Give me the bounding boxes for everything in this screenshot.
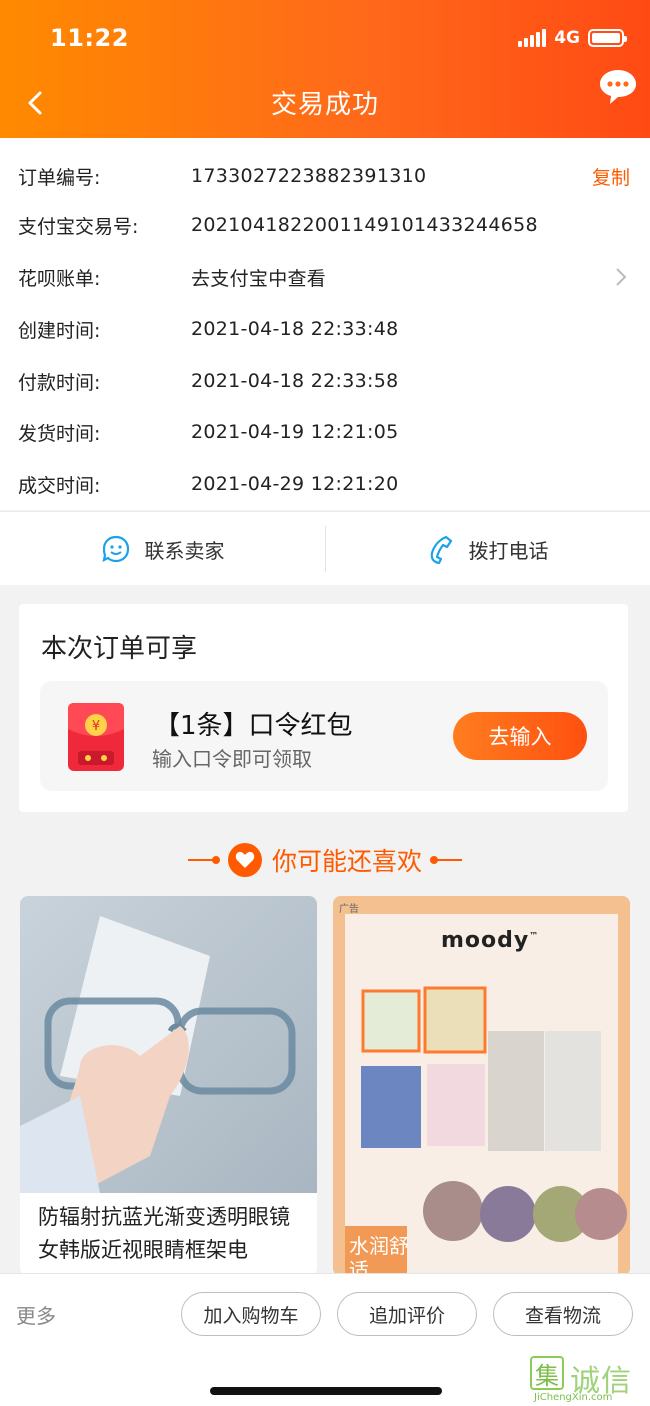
product-card-moody-ad[interactable]: 广告 moody™ 水润舒适 (333, 896, 630, 1276)
contact-seller-label: 联系卖家 (144, 538, 225, 563)
create-time-row: 创建时间: 2021-04-18 22:33:48 (0, 303, 650, 355)
contact-bar: 联系卖家 拨打电话 (0, 511, 650, 585)
call-phone-label: 拨打电话 (468, 538, 549, 563)
moody-slogan: 水润舒适 (349, 1234, 409, 1276)
recommend-heading: 你可能还喜欢 (0, 840, 650, 880)
ship-time-label: 发货时间: (18, 422, 101, 445)
battery-icon (588, 29, 627, 47)
copy-button[interactable]: 复制 (592, 163, 630, 190)
recommend-title: 你可能还喜欢 (271, 847, 422, 876)
message-more-icon[interactable] (598, 66, 638, 110)
signal-icon (518, 29, 547, 47)
status-time: 11:22 (50, 24, 129, 52)
huabei-bill-label: 花呗账单: (18, 267, 101, 290)
add-review-button[interactable]: 追加评价 (337, 1292, 477, 1336)
huabei-bill-row[interactable]: 花呗账单: 去支付宝中查看 (0, 251, 650, 303)
chevron-right-icon (616, 268, 627, 286)
order-info-panel: 订单编号: 1733027223882391310 复制 支付宝交易号: 202… (0, 138, 650, 510)
watermark: 集 诚信 JiChengXin.com (530, 1356, 640, 1404)
order-number-row: 订单编号: 1733027223882391310 复制 (0, 150, 650, 202)
heart-icon (227, 843, 262, 877)
glasses-product-title: 防辐射抗蓝光渐变透明眼镜女韩版近视眼睛框架电 (38, 1205, 290, 1262)
product-card-glasses[interactable]: 防辐射抗蓝光渐变透明眼镜女韩版近视眼睛框架电 (20, 896, 317, 1276)
huabei-bill-value: 去支付宝中查看 (191, 267, 327, 290)
deal-time-value: 2021-04-29 12:21:20 (191, 473, 399, 495)
chat-face-icon (101, 535, 129, 563)
alipay-trade-label: 支付宝交易号: (18, 215, 139, 238)
moody-brand: moody™ (441, 928, 540, 953)
order-number-value: 1733027223882391310 (191, 165, 427, 187)
ship-time-value: 2021-04-19 12:21:05 (191, 421, 399, 443)
network-type: 4G (554, 28, 580, 48)
view-logistics-button[interactable]: 查看物流 (493, 1292, 633, 1336)
pay-time-label: 付款时间: (18, 371, 101, 394)
watermark-url: JiChengXin.com (534, 1392, 613, 1403)
order-benefit-card: 本次订单可享 ¥ 【1条】口令红包 输入口令即可领取 去输入 (19, 604, 628, 812)
alipay-trade-row: 支付宝交易号: 2021041822001149101433244658 (0, 199, 650, 251)
red-packet-subtitle: 输入口令即可领取 (152, 747, 312, 771)
order-number-label: 订单编号: (18, 166, 101, 189)
status-icons: 4G (518, 28, 627, 48)
home-indicator[interactable] (210, 1387, 442, 1395)
deal-time-row: 成交时间: 2021-04-29 12:21:20 (0, 458, 650, 510)
red-packet-icon: ¥ (68, 703, 124, 771)
glasses-product-image (20, 896, 317, 1193)
alipay-trade-value: 2021041822001149101433244658 (191, 214, 538, 236)
ad-label: 广告 (339, 904, 359, 915)
create-time-label: 创建时间: (18, 319, 101, 342)
pay-time-row: 付款时间: 2021-04-18 22:33:58 (0, 355, 650, 407)
more-button[interactable]: 更多 (16, 1300, 56, 1329)
red-packet-title: 【1条】口令红包 (154, 711, 353, 741)
deal-time-label: 成交时间: (18, 474, 101, 497)
phone-icon (430, 535, 452, 564)
contact-seller-button[interactable]: 联系卖家 (0, 512, 325, 586)
ship-time-row: 发货时间: 2021-04-19 12:21:05 (0, 406, 650, 458)
page-title: 交易成功 (270, 90, 379, 120)
go-input-button[interactable]: 去输入 (453, 712, 587, 760)
watermark-logo: 集 (530, 1356, 564, 1390)
add-to-cart-button[interactable]: 加入购物车 (181, 1292, 321, 1336)
create-time-value: 2021-04-18 22:33:48 (191, 318, 399, 340)
recommend-line-right (430, 856, 462, 864)
svg-text:¥: ¥ (92, 719, 100, 734)
call-phone-button[interactable]: 拨打电话 (325, 512, 650, 586)
moody-ad-image (333, 896, 630, 1276)
recommend-line-left (187, 856, 220, 864)
red-packet-item: ¥ 【1条】口令红包 输入口令即可领取 去输入 (40, 681, 608, 791)
benefit-heading: 本次订单可享 (41, 634, 198, 664)
header-bar: 11:22 4G 交易成功 (0, 0, 650, 138)
pay-time-value: 2021-04-18 22:33:58 (191, 370, 399, 392)
